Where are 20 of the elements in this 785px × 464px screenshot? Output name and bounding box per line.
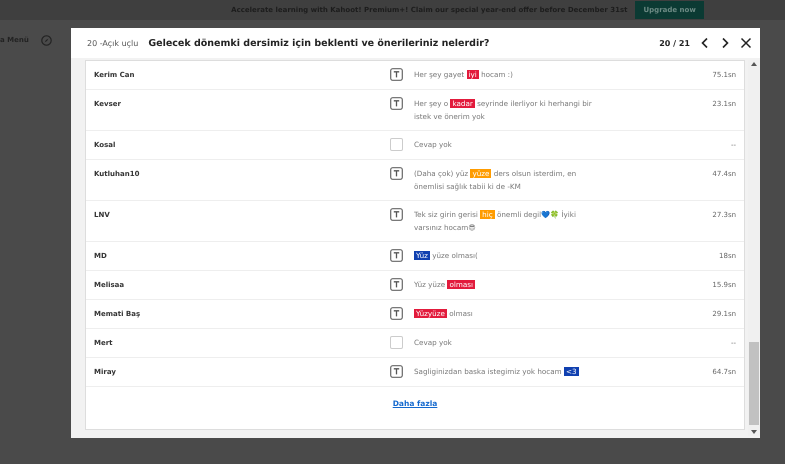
question-counter: 20 / 21 bbox=[659, 38, 690, 48]
text-answer-icon bbox=[390, 97, 403, 110]
scrollbar[interactable] bbox=[748, 60, 760, 436]
question-number: 20 -Açık uçlu bbox=[87, 38, 138, 48]
scroll-thumb[interactable] bbox=[749, 342, 759, 425]
empty-answer-icon bbox=[390, 138, 403, 151]
close-button[interactable] bbox=[740, 37, 752, 49]
text-answer-icon bbox=[390, 208, 403, 221]
question-title: Gelecek dönemki dersimiz için beklenti ve önerileriniz nelerdir? bbox=[148, 38, 490, 48]
text-answer-icon bbox=[390, 68, 403, 81]
empty-answer-icon bbox=[390, 336, 403, 349]
scroll-up-icon[interactable] bbox=[750, 60, 758, 68]
text-answer-icon bbox=[390, 278, 403, 291]
previous-button[interactable] bbox=[700, 37, 710, 49]
text-answer-icon bbox=[390, 167, 403, 180]
text-answer-icon bbox=[390, 307, 403, 320]
text-answer-icon bbox=[390, 249, 403, 262]
scroll-down-icon[interactable] bbox=[750, 428, 758, 436]
next-button[interactable] bbox=[720, 37, 730, 49]
text-answer-icon bbox=[390, 365, 403, 378]
